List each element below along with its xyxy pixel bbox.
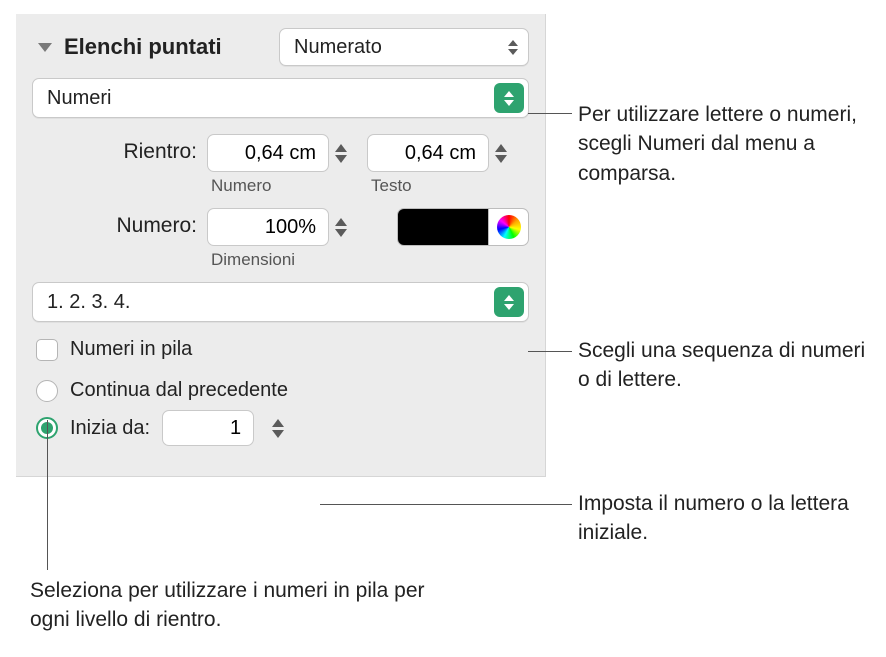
list-style-value: Numerato bbox=[294, 36, 382, 59]
number-size-caption: Dimensioni bbox=[211, 250, 347, 270]
indent-number-stepper[interactable] bbox=[207, 134, 347, 172]
indent-row: Rientro: Numero Testo bbox=[32, 134, 529, 196]
start-from-label: Inizia da: bbox=[70, 417, 150, 440]
indent-number-caption: Numero bbox=[211, 176, 347, 196]
continue-from-previous-label: Continua dal precedente bbox=[70, 379, 288, 402]
number-size-label: Numero: bbox=[32, 208, 207, 238]
stepper-arrows-icon[interactable] bbox=[495, 144, 507, 163]
callout-sequence: Scegli una sequenza di numeri o di lette… bbox=[578, 336, 878, 395]
stacked-numbers-label: Numeri in pila bbox=[70, 338, 192, 361]
list-format-panel: Elenchi puntati Numerato Numeri Rientro: bbox=[16, 14, 546, 477]
number-size-input[interactable] bbox=[207, 208, 329, 246]
callout-line bbox=[528, 351, 572, 352]
start-from-input[interactable] bbox=[162, 410, 254, 446]
stepper-arrows-icon[interactable] bbox=[272, 419, 284, 438]
indent-number-input[interactable] bbox=[207, 134, 329, 172]
number-format-popup[interactable]: Numeri bbox=[32, 78, 529, 118]
section-title: Elenchi puntati bbox=[64, 34, 222, 60]
number-sequence-value: 1. 2. 3. 4. bbox=[47, 291, 130, 314]
indent-label: Rientro: bbox=[32, 134, 207, 164]
stepper-arrows-icon[interactable] bbox=[335, 218, 347, 237]
continue-radio-row: Continua dal precedente bbox=[36, 379, 529, 402]
panel-header: Elenchi puntati Numerato bbox=[32, 28, 529, 66]
callout-line bbox=[528, 113, 572, 114]
continue-from-previous-radio[interactable] bbox=[36, 380, 58, 402]
callout-start: Imposta il numero o la lettera iniziale. bbox=[578, 489, 868, 548]
disclosure-triangle-icon[interactable] bbox=[38, 43, 52, 52]
stacked-numbers-checkbox[interactable] bbox=[36, 339, 58, 361]
color-picker-button[interactable] bbox=[489, 208, 529, 246]
callout-format: Per utilizzare lettere o numeri, scegli … bbox=[578, 100, 868, 188]
updown-chevrons-icon bbox=[508, 40, 518, 55]
number-size-stepper[interactable] bbox=[207, 208, 347, 246]
popup-indicator-icon bbox=[494, 83, 524, 113]
color-wheel-icon bbox=[497, 215, 521, 239]
indent-text-caption: Testo bbox=[371, 176, 507, 196]
start-from-radio-row: Inizia da: bbox=[36, 410, 529, 446]
number-size-row: Numero: Dimensioni bbox=[32, 208, 529, 270]
popup-indicator-icon bbox=[494, 287, 524, 317]
number-color-well[interactable] bbox=[397, 208, 489, 246]
indent-text-input[interactable] bbox=[367, 134, 489, 172]
callout-line-vertical bbox=[47, 420, 48, 570]
stepper-arrows-icon[interactable] bbox=[335, 144, 347, 163]
list-style-popup[interactable]: Numerato bbox=[279, 28, 529, 66]
number-sequence-popup[interactable]: 1. 2. 3. 4. bbox=[32, 282, 529, 322]
callout-line bbox=[320, 504, 572, 505]
callout-stacked: Seleziona per utilizzare i numeri in pil… bbox=[30, 576, 450, 635]
number-format-value: Numeri bbox=[47, 87, 111, 110]
stacked-numbers-row: Numeri in pila bbox=[36, 338, 529, 361]
indent-text-stepper[interactable] bbox=[367, 134, 507, 172]
